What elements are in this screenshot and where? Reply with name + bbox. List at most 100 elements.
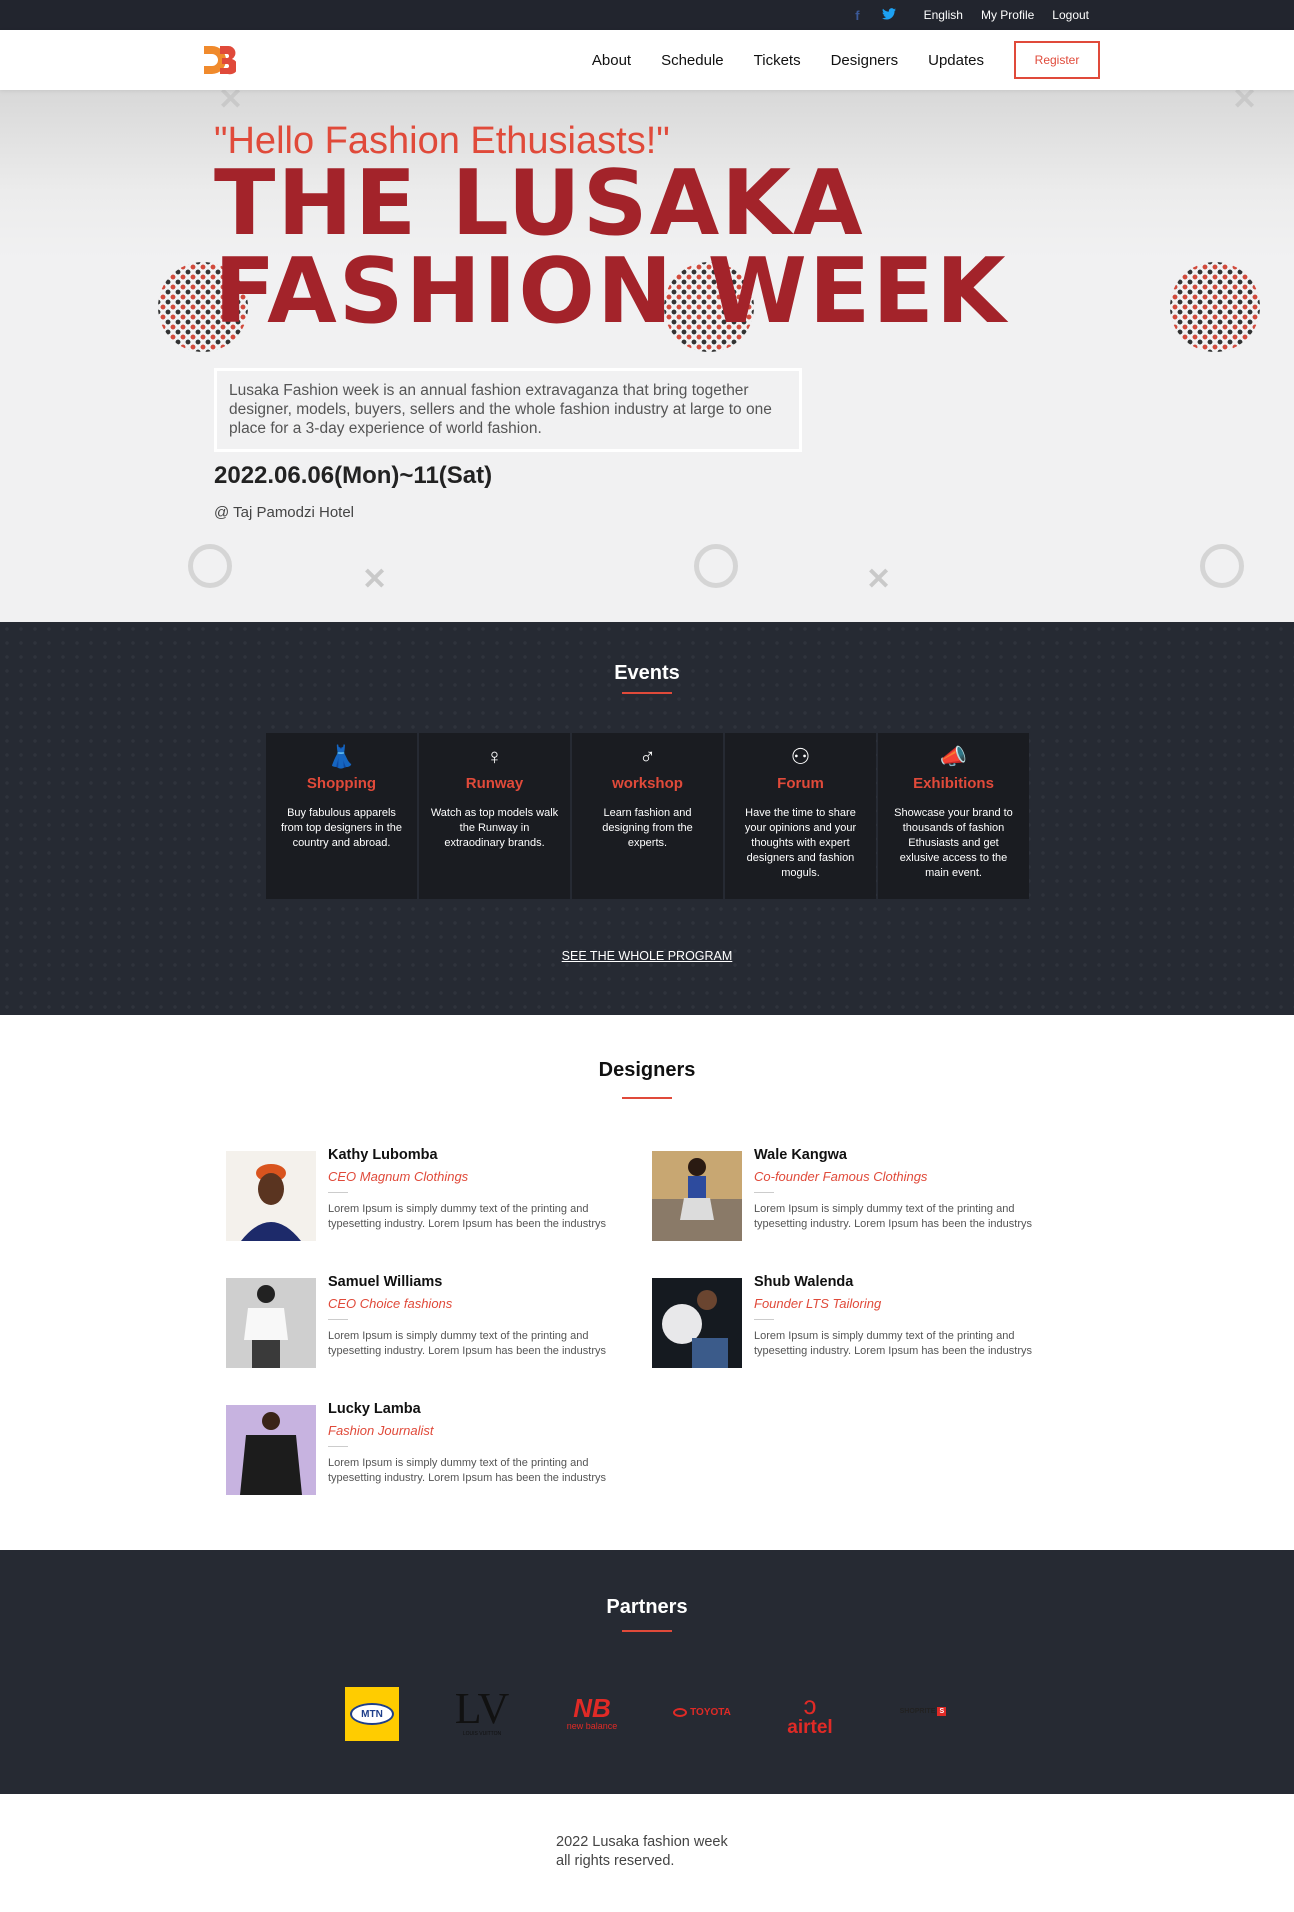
designer-photo [652,1151,742,1241]
designer-name: Samuel Williams [328,1274,443,1290]
nav-about[interactable]: About [592,52,631,69]
event-title: workshop [612,775,683,792]
mtn-wordmark: MTN [350,1703,394,1725]
designer-card[interactable]: Lucky Lamba Fashion Journalist Lorem Ips… [226,1401,636,1505]
designer-photo [226,1278,316,1368]
shoprite-logo[interactable]: SHOPRITE S [890,1704,956,1718]
nav-updates[interactable]: Updates [928,52,984,69]
register-button[interactable]: Register [1014,41,1100,79]
designer-bio: Lorem Ipsum is simply dummy text of the … [754,1330,1032,1357]
nav-tickets[interactable]: Tickets [754,52,801,69]
footer-rights: all rights reserved. [556,1853,675,1869]
designer-card[interactable]: Wale Kangwa Co-founder Famous Clothings … [652,1147,1062,1251]
logout-link[interactable]: Logout [1052,8,1089,22]
site-logo[interactable] [202,44,236,76]
event-desc: Watch as top models walk the Runway in e… [430,807,559,849]
hero-description: Lusaka Fashion week is an annual fashion… [214,368,802,452]
designer-bio: Lorem Ipsum is simply dummy text of the … [754,1203,1032,1230]
event-card-exhibitions[interactable]: 📣 Exhibitions Showcase your brand to tho… [878,733,1029,899]
nav-designers[interactable]: Designers [831,52,899,69]
facebook-icon[interactable]: f [855,8,859,23]
events-section: Events 👗 Shopping Buy fabulous apparels … [0,622,1294,1015]
designer-bio: Lorem Ipsum is simply dummy text of the … [328,1330,606,1357]
see-whole-program-link[interactable]: SEE THE WHOLE PROGRAM [0,949,1294,963]
designer-card[interactable]: Samuel Williams CEO Choice fashions Lore… [226,1274,636,1378]
my-profile-link[interactable]: My Profile [981,8,1034,22]
event-venue: @ Taj Pamodzi Hotel [214,504,355,521]
language-link[interactable]: English [924,8,963,22]
event-desc: Have the time to share your opinions and… [744,807,857,879]
nav-schedule[interactable]: Schedule [661,52,724,69]
presenter-icon: ♂ [639,744,656,769]
title-underline [622,1097,672,1099]
designer-photo [652,1278,742,1368]
main-nav: About Schedule Tickets Designers Updates… [0,30,1294,90]
designer-name: Lucky Lamba [328,1401,421,1417]
event-desc: Learn fashion and designing from the exp… [602,807,693,849]
nb-wordmark: new balance [566,1721,618,1731]
louis-vuitton-logo[interactable]: LV LOUIS VUITTON [454,1682,510,1742]
designer-card[interactable]: Kathy Lubomba CEO Magnum Clothings Lorem… [226,1147,636,1251]
event-card-shopping[interactable]: 👗 Shopping Buy fabulous apparels from to… [266,733,417,899]
footer: 2022 Lusaka fashion week all rights rese… [0,1794,1294,1912]
designers-section: Designers Kathy Lubomba CEO Magnum Cloth… [0,1015,1294,1550]
shoprite-s-icon: S [937,1706,947,1716]
designers-title: Designers [598,1059,696,1081]
title-underline [622,1630,672,1632]
toyota-logo[interactable]: TOYOTA [668,1700,736,1724]
airtel-wordmark: airtel [787,1717,833,1738]
divider [754,1192,774,1193]
designer-name: Wale Kangwa [754,1147,847,1163]
hero-section: ✕ ✕ ✕ ✕ "Hello Fashion Ethusiasts!" THE … [0,90,1294,622]
cross-icon: ✕ [866,563,892,596]
model-icon: ♀ [486,744,503,769]
lv-wordmark: LOUIS VUITTON [462,1731,502,1737]
designer-name: Shub Walenda [754,1274,854,1290]
divider [328,1446,348,1447]
new-balance-logo[interactable]: NB new balance [558,1690,626,1736]
event-title: Shopping [306,775,377,792]
event-desc: Buy fabulous apparels from top designers… [280,807,403,849]
designer-photo [226,1405,316,1495]
nb-mark: NB [573,1693,611,1723]
designer-role: Founder LTS Tailoring [754,1296,882,1311]
divider [328,1319,348,1320]
footer-copyright: 2022 Lusaka fashion week [556,1834,728,1850]
designer-role: CEO Magnum Clothings [328,1169,469,1184]
hero-title: THE LUSAKA FASHION WEEK [214,151,1008,337]
designer-bio: Lorem Ipsum is simply dummy text of the … [328,1203,606,1230]
title-underline [622,692,672,694]
dot-pattern [1170,262,1260,352]
event-card-workshop[interactable]: ♂ workshop Learn fashion and designing f… [572,733,723,899]
event-title: Runway [465,775,524,792]
event-card-forum[interactable]: ⚇ Forum Have the time to share your opin… [725,733,876,899]
twitter-icon[interactable] [881,7,896,23]
currency-icon [188,544,232,588]
event-dates: 2022.06.06(Mon)~11(Sat) [214,462,493,489]
airtel-logo[interactable]: ↄ airtel [780,1688,840,1744]
divider [754,1319,774,1320]
cross-icon: ✕ [1232,90,1258,116]
toyota-wordmark: TOYOTA [690,1706,731,1718]
dress-icon: 👗 [327,744,356,769]
airtel-swirl-icon: ↄ [803,1690,817,1720]
megaphone-icon: 📣 [939,744,968,769]
group-icon: ⚇ [790,744,811,769]
currency-icon [694,544,738,588]
event-desc: Showcase your brand to thousands of fash… [894,807,1013,879]
mtn-logo[interactable]: MTN [345,1687,399,1741]
hero-title-line1: THE LUSAKA [214,151,865,256]
designer-bio: Lorem Ipsum is simply dummy text of the … [328,1457,606,1484]
designer-photo [226,1151,316,1241]
divider [328,1192,348,1193]
top-bar: f English My Profile Logout [0,0,1294,30]
event-title: Exhibitions [913,775,994,792]
designer-card[interactable]: Shub Walenda Founder LTS Tailoring Lorem… [652,1274,1062,1378]
lv-monogram: LV [454,1684,510,1733]
events-title: Events [614,662,680,684]
partners-title: Partners [606,1596,688,1618]
event-card-runway[interactable]: ♀ Runway Watch as top models walk the Ru… [419,733,570,899]
currency-icon [1200,544,1244,588]
toyota-emblem-icon [673,1707,688,1717]
designer-name: Kathy Lubomba [328,1147,438,1163]
